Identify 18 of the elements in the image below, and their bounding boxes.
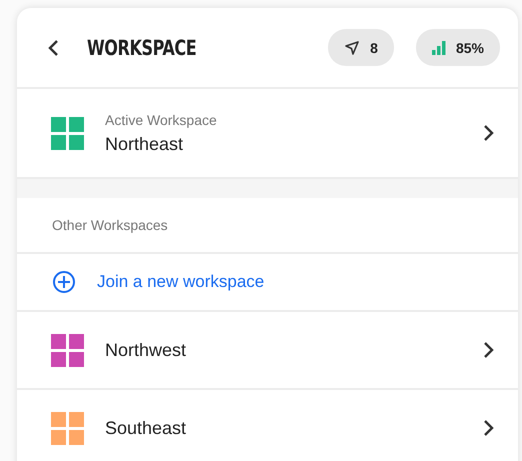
workspace-row[interactable]: Southeast: [17, 390, 518, 461]
workspace-name: Northwest: [105, 340, 186, 360]
workspace-row[interactable]: Northwest: [17, 312, 518, 390]
join-workspace-link[interactable]: Join a new workspace: [17, 254, 518, 312]
active-caption: Active Workspace: [105, 112, 217, 128]
navigation-arrow-icon: [344, 40, 360, 56]
chevron-right-icon: [482, 419, 494, 437]
chevron-right-icon: [482, 124, 494, 142]
badge-text: 85%: [456, 40, 484, 56]
badge-text: 8: [370, 40, 378, 56]
page-title: WORKSPACE: [87, 36, 196, 60]
workspace-name: Southeast: [105, 418, 186, 438]
chevron-right-icon: [482, 341, 494, 359]
back-button[interactable]: [47, 38, 61, 56]
workspace-name: Northeast: [105, 134, 184, 154]
plus-circle-icon: [52, 270, 76, 294]
signal-bars-icon: [432, 40, 446, 54]
section-heading: Other Workspaces: [17, 198, 518, 254]
